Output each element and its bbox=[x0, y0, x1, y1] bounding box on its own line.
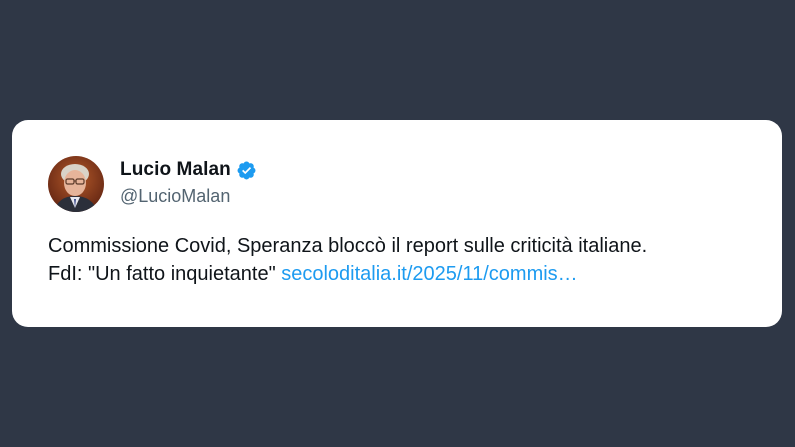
tweet-text: Commissione Covid, Speranza bloccò il re… bbox=[48, 232, 768, 288]
article-link[interactable]: secoloditalia.it/2025/11/commis… bbox=[281, 263, 577, 285]
avatar-photo-icon bbox=[48, 156, 104, 212]
tweet-text-line-1: Commissione Covid, Speranza bloccò il re… bbox=[48, 235, 648, 257]
author-display-name[interactable]: Lucio Malan bbox=[120, 159, 231, 181]
tweet-text-line-2: FdI: "Un fatto inquietante" secoloditali… bbox=[48, 260, 768, 288]
tweet-card: Lucio Malan @LucioMalan Commissione Covi… bbox=[12, 120, 782, 327]
tweet-text-quote: FdI: "Un fatto inquietante" bbox=[48, 263, 276, 285]
author-handle[interactable]: @LucioMalan bbox=[120, 186, 230, 207]
author-name-row: Lucio Malan bbox=[120, 157, 257, 183]
author-avatar[interactable] bbox=[48, 156, 104, 212]
verified-badge-icon bbox=[237, 161, 256, 179]
